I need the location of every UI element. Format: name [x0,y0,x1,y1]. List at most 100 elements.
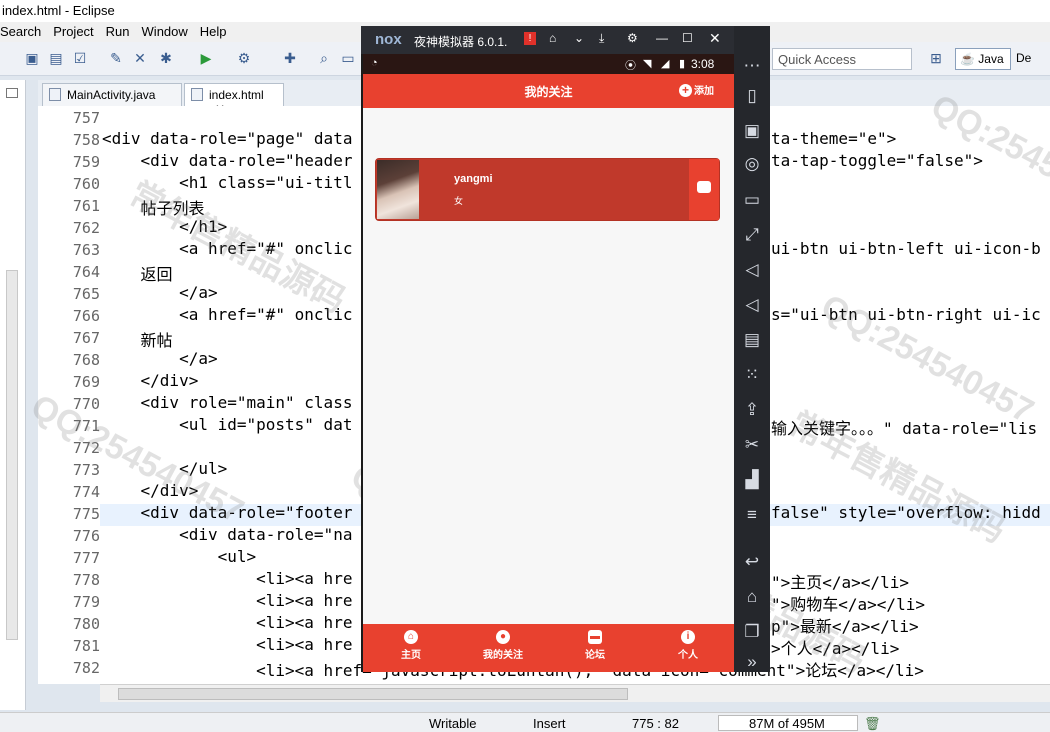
perspective-java-button[interactable]: ☕ Java [955,48,1011,70]
nav-following[interactable]: ● 我的关注 [463,630,543,661]
add-button[interactable]: + 添加 [679,82,714,97]
code-line: 返回 [102,265,173,284]
shirt-icon[interactable]: ⌂ [549,31,556,45]
menu-search[interactable]: Search [0,24,41,42]
android-icon[interactable]: ✎ [108,50,124,66]
android-screen: ◔ ⦿ ◥ ◢ ▮ 3:08 我的关注 + 添加 yangmi 女 ⌂ 主页 ●… [363,54,734,672]
left-scrollbar[interactable] [6,270,18,640]
html-file-icon [191,88,203,101]
scroll-thumb[interactable] [118,688,628,700]
quick-access-input[interactable]: Quick Access [772,48,912,70]
code-line: <a href="#" onclic [102,305,353,324]
code-line: </ul> [102,459,228,478]
alert-icon[interactable]: ! [524,32,536,45]
print-icon[interactable]: ▤ [48,50,64,66]
menu-project[interactable]: Project [53,24,93,42]
code-line: <ul> [102,547,257,566]
open-folder-icon[interactable]: ▭ [340,50,356,66]
gear-icon[interactable]: ⚙ [627,31,638,45]
android-status-bar: ◔ ⦿ ◥ ◢ ▮ 3:08 [363,54,734,74]
follow-card[interactable]: yangmi 女 [375,158,720,221]
heap-status[interactable]: 87M of 495M [718,715,858,731]
check-icon[interactable]: ☑ [72,50,88,66]
more-icon[interactable]: ⋯ [742,56,762,76]
nox-logo: nox [375,31,402,48]
line-number: 770 [72,395,100,413]
nav-home[interactable]: ⌂ 主页 [371,630,451,661]
notification-icon: ◔ [371,57,378,69]
line-number: 764 [72,263,100,281]
comment-icon: ▬ [588,630,602,644]
code-line-continuation: ta-theme="e"> [771,129,897,148]
menu-window[interactable]: Window [142,24,188,42]
line-number: 774 [72,483,100,501]
apk-icon[interactable]: ▤ [742,330,762,350]
back-icon[interactable]: ↩ [742,552,762,572]
code-line: </div> [102,371,199,390]
battery-icon: ▮ [679,58,686,70]
minimize-icon[interactable]: — [656,31,668,45]
emulator-titlebar: nox 夜神模拟器 6.0.1. ! ⌂ ⌄ ⤓ ⚙ — ☐ ✕ [361,26,734,54]
line-number: 780 [72,615,100,633]
menu-help[interactable]: Help [200,24,227,42]
menu-run[interactable]: Run [106,24,130,42]
external-tools-icon[interactable]: ⚙ [236,50,252,66]
open-perspective-icon[interactable]: ⊞ [928,50,944,66]
code-line: </div> [102,481,199,500]
tab-mainactivity[interactable]: MainActivity.java [42,83,182,106]
app-header: 我的关注 + 添加 [363,74,734,108]
code-line: <li><a hre [102,635,353,654]
save-icon[interactable]: ▣ [24,50,40,66]
info-icon: i [681,630,695,644]
search-icon[interactable]: ⌕ [316,50,332,66]
close-icon[interactable]: ✕ [709,30,721,47]
robot-icon[interactable]: ▣ [742,121,762,141]
tab-index-html[interactable]: index.html ✕ [184,83,284,116]
screen-icon[interactable]: ▭ [742,190,762,210]
home-button-icon[interactable]: ⌂ [742,587,762,607]
fullscreen-icon[interactable]: ⤢ [742,225,762,245]
pin-icon[interactable]: ⤓ [599,31,604,46]
run-icon[interactable]: ▶ [198,50,214,66]
screenshot-icon[interactable]: ⇪ [742,400,762,420]
line-number: 766 [72,307,100,325]
location-target-icon[interactable]: ◎ [742,154,762,174]
scissors-icon[interactable]: ✂ [742,435,762,455]
card-gender: 女 [454,196,464,206]
restore-icon[interactable] [6,88,18,98]
tab-index-html-label: index.html [209,88,264,102]
nav-forum[interactable]: ▬ 论坛 [555,630,635,661]
multi-instance-icon[interactable]: ▟ [742,470,762,490]
shake-icon[interactable]: ▯ [742,86,762,106]
perspective-other-button[interactable]: De [1014,48,1050,70]
volume-up-icon[interactable]: ◁ [742,260,762,280]
new-icon[interactable]: ✚ [282,50,298,66]
code-line: <ul id="posts" dat [102,415,353,434]
line-number: 776 [72,527,100,545]
code-line: </h1> [102,217,228,236]
app-footer-nav: ⌂ 主页 ● 我的关注 ▬ 论坛 i 个人 [363,624,734,672]
home-icon: ⌂ [404,630,418,644]
macro-icon[interactable]: ⁙ [742,365,762,385]
sdk-icon[interactable]: ✕ [132,50,148,66]
window-title-text: index.html - Eclipse [2,3,115,18]
chevron-down-icon[interactable]: ⌄ [574,31,584,45]
status-insert: Insert [533,716,566,731]
menu-icon[interactable]: ≡ [742,505,762,525]
window-title: index.html - Eclipse [0,0,1050,22]
collapse-icon[interactable]: » [742,652,762,672]
horizontal-scrollbar[interactable] [100,684,1050,702]
line-number: 760 [72,175,100,193]
line-number: 768 [72,351,100,369]
recent-apps-icon[interactable]: ❐ [742,622,762,642]
code-line: 帖子列表 [102,199,205,218]
nav-profile[interactable]: i 个人 [648,630,728,661]
debug-icon[interactable]: ✱ [158,50,174,66]
volume-down-icon[interactable]: ◁ [742,295,762,315]
code-line: <div data-role="header [102,151,353,170]
line-number: 757 [72,109,100,127]
maximize-icon[interactable]: ☐ [682,31,693,45]
line-number: 781 [72,637,100,655]
gc-trash-icon[interactable]: 🗑 [864,716,881,732]
chat-button[interactable] [689,159,719,220]
